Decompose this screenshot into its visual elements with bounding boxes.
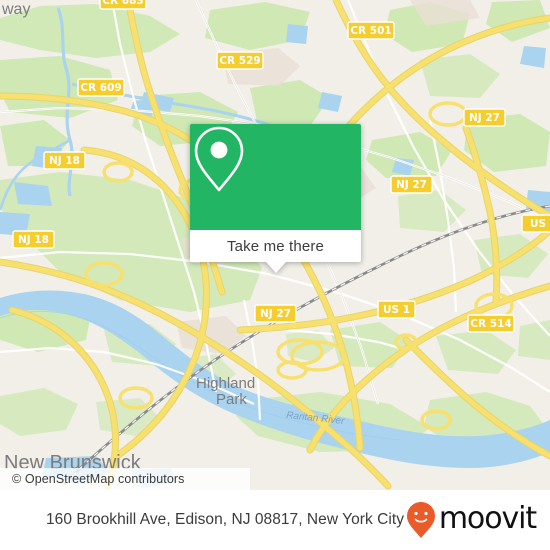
- take-me-there-button[interactable]: Take me there: [227, 238, 324, 255]
- road-shield-nj-27-ne-label: NJ 27: [469, 112, 500, 124]
- map-label-way: way: [1, 1, 30, 18]
- popup-action-bar[interactable]: Take me there: [190, 230, 361, 273]
- road-shield-cr-683: CR 683: [99, 0, 147, 10]
- moovit-map-screenshot: way Highland Park New Brunswick Raritan …: [0, 0, 550, 550]
- road-shield-us-edge-label: US: [530, 218, 546, 230]
- map-label-highland-park-2: Park: [216, 391, 247, 408]
- road-shield-us-edge: US: [521, 214, 550, 233]
- road-shield-cr-514-label: CR 514: [470, 318, 511, 330]
- popup-pointer-tail: [265, 262, 286, 273]
- road-shield-nj-27-ne: NJ 27: [463, 108, 506, 127]
- moovit-wordmark: moovit: [438, 500, 537, 536]
- road-shield-us-1: US 1: [377, 300, 416, 319]
- road-shield-cr-501: CR 501: [347, 21, 395, 40]
- road-shield-nj-18-s: NJ 18: [12, 230, 55, 249]
- road-shield-cr-609-label: CR 609: [80, 82, 121, 94]
- road-shield-nj-27-e-label: NJ 27: [396, 179, 427, 191]
- road-shield-us-1-label: US 1: [383, 304, 410, 316]
- road-shield-cr-529-label: CR 529: [219, 55, 260, 67]
- map-canvas[interactable]: way Highland Park New Brunswick Raritan …: [0, 0, 550, 490]
- map-pin-icon: [194, 126, 244, 192]
- road-shield-cr-501-label: CR 501: [350, 25, 391, 37]
- road-shield-nj-27-c: NJ 27: [254, 304, 297, 323]
- road-shield-nj-18-n-label: NJ 18: [49, 155, 80, 167]
- road-shield-nj-27-e: NJ 27: [390, 175, 433, 194]
- moovit-brand-logo[interactable]: moovit: [406, 500, 537, 539]
- moovit-pin-icon: [406, 502, 435, 538]
- popup-image-area: [190, 124, 361, 230]
- road-shield-nj-18-s-label: NJ 18: [18, 234, 49, 246]
- road-shield-cr-609: CR 609: [77, 78, 125, 97]
- map-attribution-text: © OpenStreetMap contributors: [12, 472, 185, 486]
- road-shield-nj-18-n: NJ 18: [43, 151, 86, 170]
- address-text: 160 Brookhill Ave, Edison, NJ 08817, New…: [46, 511, 405, 528]
- road-shield-nj-27-c-label: NJ 27: [260, 308, 291, 320]
- map-label-highland-park-1: Highland: [196, 375, 255, 392]
- road-shield-cr-514: CR 514: [467, 314, 515, 333]
- destination-popup-card[interactable]: Take me there: [190, 124, 361, 273]
- road-shield-cr-683-label: CR 683: [102, 0, 143, 7]
- road-shield-cr-529: CR 529: [216, 51, 264, 70]
- footer-bar: 160 Brookhill Ave, Edison, NJ 08817, New…: [0, 490, 550, 550]
- map-attribution[interactable]: © OpenStreetMap contributors: [0, 468, 250, 490]
